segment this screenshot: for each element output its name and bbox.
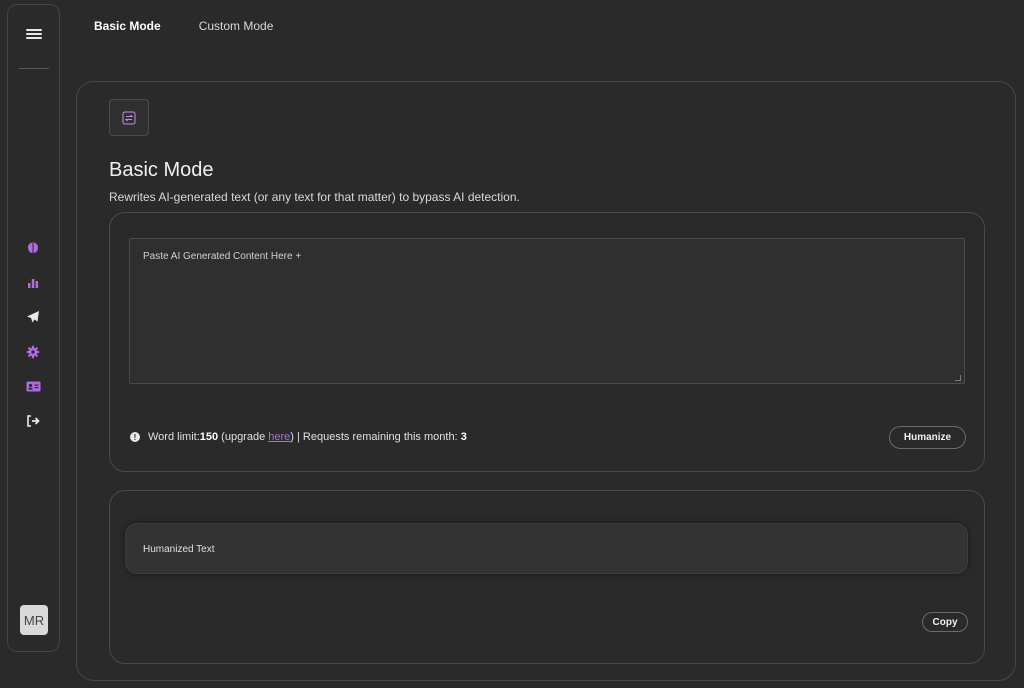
word-limit-value: 150	[199, 431, 219, 443]
word-limit-label: Word limit:	[148, 431, 200, 443]
swap-arrows-icon	[109, 99, 149, 136]
output-section: Humanized Text Copy	[109, 490, 985, 664]
usage-info: ! Word limit: 150 (upgrade here ) | Requ…	[130, 431, 467, 443]
brain-icon[interactable]	[24, 239, 42, 257]
copy-button[interactable]: Copy	[922, 612, 968, 632]
mode-tabs: Basic Mode Custom Mode	[94, 19, 273, 33]
upgrade-link[interactable]: here	[268, 431, 290, 443]
avatar[interactable]: MR	[20, 605, 48, 635]
resize-handle[interactable]	[955, 375, 961, 381]
logout-icon[interactable]	[24, 412, 42, 430]
sidebar-divider	[19, 68, 49, 69]
page-description: Rewrites AI-generated text (or any text …	[109, 190, 520, 204]
page-title: Basic Mode	[109, 159, 214, 181]
tab-custom-mode[interactable]: Custom Mode	[199, 19, 274, 33]
info-icon: !	[130, 432, 140, 442]
upgrade-text: (upgrade	[218, 431, 269, 443]
sidebar: MR	[7, 4, 60, 652]
gear-icon[interactable]	[24, 343, 42, 361]
input-section: ! Word limit: 150 (upgrade here ) | Requ…	[109, 212, 985, 472]
requests-remaining-value: 3	[460, 431, 467, 443]
tab-basic-mode[interactable]: Basic Mode	[94, 19, 161, 33]
humanized-output[interactable]: Humanized Text	[125, 523, 968, 574]
main-panel: Basic Mode Rewrites AI-generated text (o…	[76, 81, 1016, 681]
bar-chart-icon[interactable]	[24, 274, 42, 292]
requests-label: ) | Requests remaining this month:	[290, 431, 461, 443]
content-input[interactable]	[129, 238, 965, 384]
id-card-icon[interactable]	[24, 377, 42, 395]
output-placeholder: Humanized Text	[143, 544, 215, 555]
paper-plane-icon[interactable]	[24, 308, 42, 326]
hamburger-menu-icon[interactable]	[26, 27, 42, 41]
humanize-button[interactable]: Humanize	[889, 426, 966, 449]
